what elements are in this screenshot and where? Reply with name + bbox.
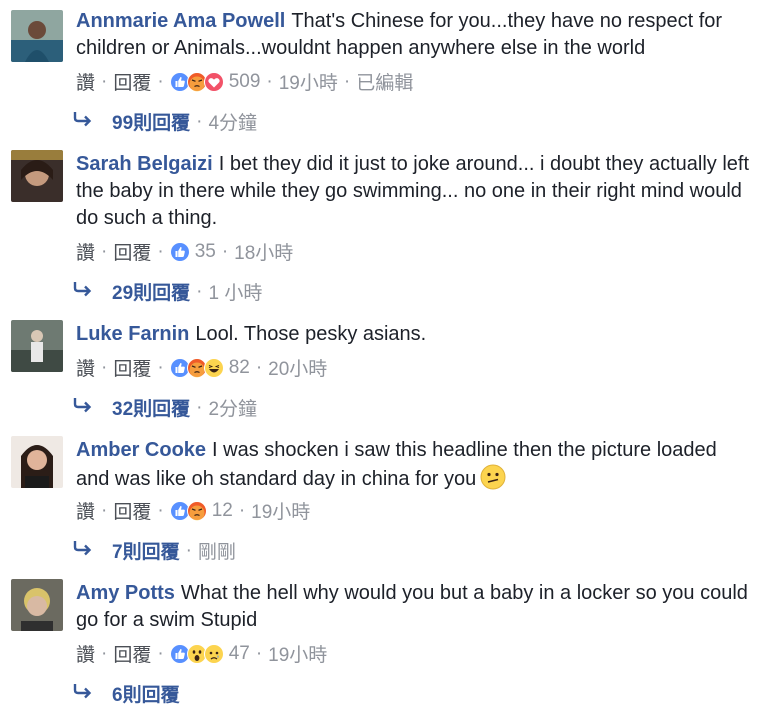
sad-reaction-icon: [203, 643, 224, 664]
avatar[interactable]: [11, 10, 63, 62]
reply-link[interactable]: 回覆: [113, 68, 151, 95]
comment-author[interactable]: Annmarie Ama Powell: [76, 10, 285, 32]
comment-timestamp[interactable]: 19小時: [251, 497, 310, 524]
replies-row: 32則回覆 · 2分鐘: [72, 394, 257, 421]
comment-actions: 讚 · 回覆 · 35 · 18小時: [76, 238, 293, 265]
comment-body: Sarah Belgaizi I bet they did it just to …: [76, 151, 750, 232]
reaction-count[interactable]: 35: [195, 241, 216, 263]
comment-text: Lool. Those pesky asians.: [195, 323, 427, 345]
reply-arrow-icon: [72, 396, 112, 420]
replies-timestamp: 1 小時: [208, 283, 263, 304]
replies-timestamp: 4分鐘: [208, 113, 258, 134]
reaction-summary[interactable]: [169, 357, 224, 378]
comment-body: Luke Farnin Lool. Those pesky asians.: [76, 321, 750, 348]
comment-author[interactable]: Sarah Belgaizi: [76, 153, 213, 175]
reaction-count[interactable]: 12: [212, 500, 233, 522]
view-replies-link[interactable]: 32則回覆: [112, 394, 190, 421]
like-link[interactable]: 讚: [76, 640, 95, 667]
reaction-count[interactable]: 509: [229, 71, 261, 93]
comment-author[interactable]: Amber Cooke: [76, 439, 206, 461]
comment-actions: 讚 · 回覆 · 82 · 20小時: [76, 354, 327, 381]
view-replies-link[interactable]: 29則回覆: [112, 278, 190, 305]
like-link[interactable]: 讚: [76, 238, 95, 265]
comment-timestamp[interactable]: 19小時: [268, 640, 327, 667]
comment-actions: 讚 · 回覆 · 509 · 19小時 · 已編輯: [76, 68, 413, 95]
edited-label[interactable]: 已編輯: [356, 68, 413, 95]
love-reaction-icon: [203, 71, 224, 92]
comment-author[interactable]: Luke Farnin: [76, 323, 189, 345]
reaction-count[interactable]: 82: [229, 357, 250, 379]
comment-actions: 讚 · 回覆 · 47 · 19小時: [76, 640, 327, 667]
avatar[interactable]: [11, 436, 63, 488]
comment-body: Amber Cooke I was shocken i saw this head…: [76, 437, 750, 498]
replies-row: 7則回覆 · 剛剛: [72, 537, 236, 564]
comment-timestamp[interactable]: 20小時: [268, 354, 327, 381]
replies-row: 99則回覆 · 4分鐘: [72, 108, 257, 135]
replies-row: 29則回覆 · 1 小時: [72, 278, 262, 305]
view-replies-link[interactable]: 6則回覆: [112, 680, 180, 707]
reply-arrow-icon: [72, 110, 112, 134]
avatar[interactable]: [11, 579, 63, 631]
like-link[interactable]: 讚: [76, 497, 95, 524]
haha-reaction-icon: [203, 357, 224, 378]
replies-timestamp: 剛剛: [197, 542, 236, 563]
avatar[interactable]: [11, 150, 63, 202]
reaction-summary[interactable]: [169, 71, 224, 92]
comment-timestamp[interactable]: 19小時: [279, 68, 338, 95]
confused-emoji-icon: [480, 464, 506, 498]
comment-body: Annmarie Ama Powell That's Chinese for yo…: [76, 8, 750, 62]
comment-thread: Annmarie Ama Powell That's Chinese for yo…: [0, 0, 780, 717]
reply-arrow-icon: [72, 682, 112, 706]
like-reaction-icon: [169, 241, 190, 262]
like-link[interactable]: 讚: [76, 354, 95, 381]
reply-link[interactable]: 回覆: [113, 238, 151, 265]
reply-arrow-icon: [72, 280, 112, 304]
avatar[interactable]: [11, 320, 63, 372]
replies-row: 6則回覆: [72, 680, 180, 707]
reply-arrow-icon: [72, 539, 112, 563]
comment-author[interactable]: Amy Potts: [76, 582, 175, 604]
reply-link[interactable]: 回覆: [113, 354, 151, 381]
reaction-summary[interactable]: [169, 643, 224, 664]
comment-timestamp[interactable]: 18小時: [234, 238, 293, 265]
like-link[interactable]: 讚: [76, 68, 95, 95]
comment-text: What the hell why would you but a baby i…: [76, 582, 748, 631]
reply-link[interactable]: 回覆: [113, 640, 151, 667]
view-replies-link[interactable]: 7則回覆: [112, 537, 180, 564]
comment-actions: 讚 · 回覆 · 12 · 19小時: [76, 497, 310, 524]
reaction-summary[interactable]: [169, 241, 190, 262]
reaction-summary[interactable]: [169, 500, 207, 521]
comment-body: Amy Potts What the hell why would you but…: [76, 580, 750, 634]
reaction-count[interactable]: 47: [229, 643, 250, 665]
view-replies-link[interactable]: 99則回覆: [112, 108, 190, 135]
reply-link[interactable]: 回覆: [113, 497, 151, 524]
replies-timestamp: 2分鐘: [208, 399, 258, 420]
angry-reaction-icon: [186, 500, 207, 521]
